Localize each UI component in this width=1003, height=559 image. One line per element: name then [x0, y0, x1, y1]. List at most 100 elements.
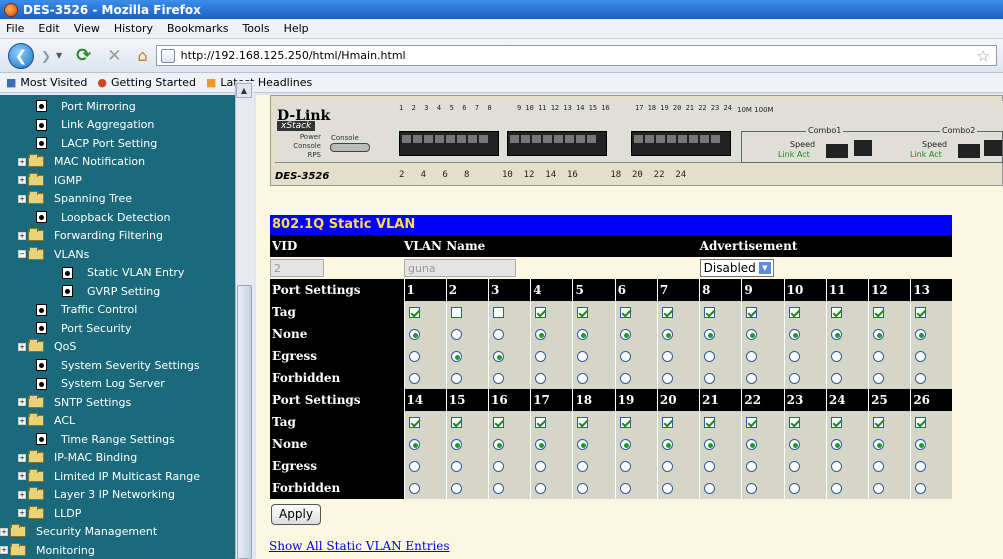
expand-icon[interactable]: +: [18, 416, 26, 425]
menu-view[interactable]: View: [74, 22, 100, 35]
sidebar-item-port-security[interactable]: Port Security: [36, 319, 131, 337]
sidebar-item-lacp-port-setting[interactable]: LACP Port Setting: [36, 134, 157, 152]
egress-radio[interactable]: [577, 351, 589, 362]
expand-icon[interactable]: +: [18, 194, 26, 203]
sidebar-item-link-aggregation[interactable]: Link Aggregation: [36, 116, 154, 134]
none-radio[interactable]: [704, 329, 716, 340]
egress-radio[interactable]: [535, 461, 547, 472]
tag-checkbox[interactable]: [788, 417, 800, 428]
tag-checkbox[interactable]: [535, 417, 547, 428]
tag-checkbox[interactable]: [450, 417, 462, 428]
egress-radio[interactable]: [661, 351, 673, 362]
menu-help[interactable]: Help: [284, 22, 309, 35]
expand-icon[interactable]: +: [18, 398, 26, 406]
expand-icon[interactable]: +: [18, 490, 26, 499]
sidebar-item-sntp-settings[interactable]: + SNTP Settings: [18, 393, 131, 411]
expand-icon[interactable]: +: [0, 546, 8, 554]
sidebar-item-layer-3-ip-networking[interactable]: + Layer 3 IP Networking: [18, 486, 175, 504]
forbidden-radio[interactable]: [873, 373, 885, 384]
egress-radio[interactable]: [704, 351, 716, 362]
none-radio[interactable]: [535, 329, 547, 340]
forbidden-radio[interactable]: [619, 373, 631, 384]
advertisement-select[interactable]: Disabled ▼: [699, 259, 774, 277]
forbidden-radio[interactable]: [619, 483, 631, 494]
home-icon[interactable]: ⌂: [138, 46, 148, 65]
forward-button[interactable]: ❯: [36, 46, 56, 66]
tag-checkbox[interactable]: [619, 307, 631, 318]
tag-checkbox[interactable]: [619, 417, 631, 428]
tag-checkbox[interactable]: [830, 417, 842, 428]
bookmark-star-icon[interactable]: ☆: [977, 47, 990, 65]
egress-radio[interactable]: [873, 351, 885, 362]
egress-radio[interactable]: [704, 461, 716, 472]
egress-radio[interactable]: [788, 351, 800, 362]
sidebar-item-vlans[interactable]: − VLANs: [18, 245, 89, 263]
forbidden-radio[interactable]: [704, 483, 716, 494]
egress-radio[interactable]: [619, 351, 631, 362]
none-radio[interactable]: [788, 329, 800, 340]
forbidden-radio[interactable]: [788, 373, 800, 384]
none-radio[interactable]: [492, 439, 504, 450]
sidebar-item-static-vlan-entry[interactable]: Static VLAN Entry: [62, 264, 184, 282]
forbidden-radio[interactable]: [577, 483, 589, 494]
tag-checkbox[interactable]: [450, 307, 462, 318]
sidebar-item-system-severity-settings[interactable]: System Severity Settings: [36, 356, 200, 374]
egress-radio[interactable]: [535, 351, 547, 362]
egress-radio[interactable]: [915, 351, 927, 362]
egress-radio[interactable]: [915, 461, 927, 472]
back-button[interactable]: ❮: [8, 42, 34, 69]
forbidden-radio[interactable]: [788, 483, 800, 494]
none-radio[interactable]: [408, 329, 420, 340]
expand-icon[interactable]: +: [18, 509, 26, 517]
tag-checkbox[interactable]: [661, 417, 673, 428]
tag-checkbox[interactable]: [577, 417, 589, 428]
expand-icon[interactable]: +: [18, 453, 26, 462]
collapse-icon[interactable]: −: [18, 250, 26, 258]
sidebar-item-limited-ip-multicast-range[interactable]: + Limited IP Multicast Range: [18, 467, 200, 485]
none-radio[interactable]: [450, 439, 462, 450]
expand-icon[interactable]: +: [18, 342, 26, 351]
none-radio[interactable]: [915, 329, 927, 340]
tag-checkbox[interactable]: [830, 307, 842, 318]
scrollbar-thumb[interactable]: [237, 285, 252, 559]
forbidden-radio[interactable]: [830, 373, 842, 384]
sidebar-item-acl[interactable]: + ACL: [18, 412, 75, 430]
menu-file[interactable]: File: [6, 22, 24, 35]
egress-radio[interactable]: [873, 461, 885, 472]
sidebar-item-spanning-tree[interactable]: + Spanning Tree: [18, 190, 132, 208]
expand-icon[interactable]: +: [18, 231, 26, 240]
egress-radio[interactable]: [492, 461, 504, 472]
forbidden-radio[interactable]: [746, 483, 758, 494]
expand-icon[interactable]: +: [18, 176, 26, 184]
menu-edit[interactable]: Edit: [38, 22, 59, 35]
expand-icon[interactable]: +: [0, 527, 8, 536]
vlan-name-input[interactable]: [404, 259, 516, 277]
menu-tools[interactable]: Tools: [242, 22, 269, 35]
sidebar-item-igmp[interactable]: + IGMP: [18, 171, 82, 189]
forbidden-radio[interactable]: [873, 483, 885, 494]
tag-checkbox[interactable]: [915, 417, 927, 428]
sidebar-item-system-log-server[interactable]: System Log Server: [36, 375, 165, 393]
egress-radio[interactable]: [408, 461, 420, 472]
apply-button[interactable]: Apply: [271, 504, 321, 525]
egress-radio[interactable]: [408, 351, 420, 362]
sidebar-item-loopback-detection[interactable]: Loopback Detection: [36, 208, 170, 226]
none-radio[interactable]: [619, 329, 631, 340]
forbidden-radio[interactable]: [408, 373, 420, 384]
sidebar-item-traffic-control[interactable]: Traffic Control: [36, 301, 137, 319]
stop-icon[interactable]: ✕: [107, 46, 121, 66]
tag-checkbox[interactable]: [408, 417, 420, 428]
egress-radio[interactable]: [746, 461, 758, 472]
forbidden-radio[interactable]: [535, 483, 547, 494]
none-radio[interactable]: [915, 439, 927, 450]
vid-input[interactable]: [270, 259, 324, 277]
egress-radio[interactable]: [830, 351, 842, 362]
sidebar-item-forwarding-filtering[interactable]: + Forwarding Filtering: [18, 227, 163, 245]
sidebar-item-ip-mac-binding[interactable]: + IP-MAC Binding: [18, 449, 137, 467]
expand-icon[interactable]: +: [18, 157, 26, 166]
egress-radio[interactable]: [746, 351, 758, 362]
egress-radio[interactable]: [661, 461, 673, 472]
tag-checkbox[interactable]: [746, 417, 758, 428]
none-radio[interactable]: [408, 439, 420, 450]
tag-checkbox[interactable]: [704, 307, 716, 318]
